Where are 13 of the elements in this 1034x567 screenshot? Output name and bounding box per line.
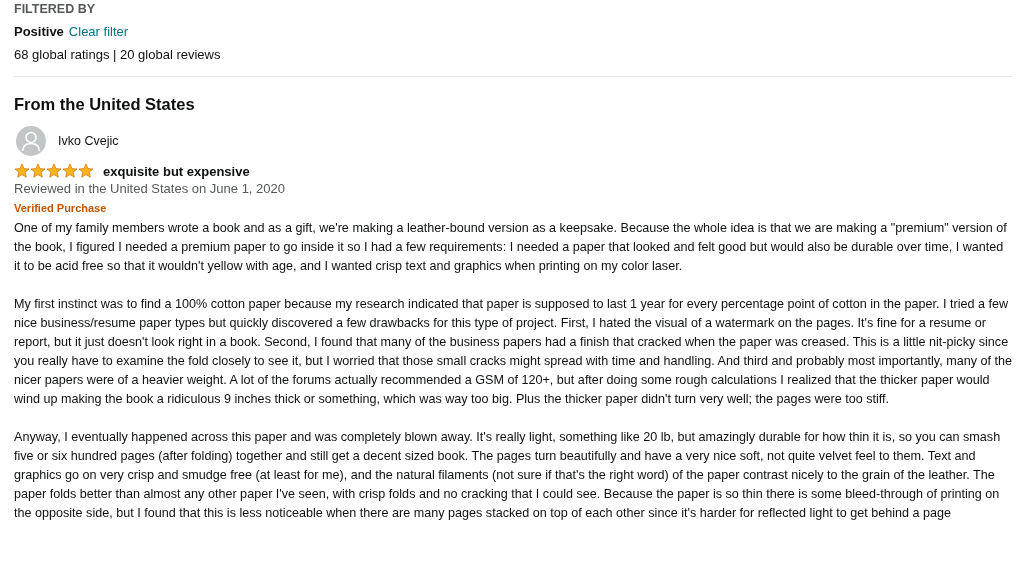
section-title: From the United States	[14, 94, 196, 115]
review-paragraph: My first instinct was to find a 100% cotton paper because my research indicated that paper is supposed to last 1 year for every percentage point of cotton in the paper. I tried a few nice business/resume paper types but quickly discovered a few drawbacks for this type of project. First, I hated the visual of a watermark on the pages. It's fine for a resume or report, but it just doesn't look right in a book. Second, I found that many of the business papers had a finish that cracked when the paper was creased. This is a little nit-picky since you really have to examine the fold closely to see it, but I worried that those small cracks might spread with time and handling. And third and probably most importantly, many of the nicer papers were of a heavier weight. A lot of the forums actually recommended a GSM of 120+, but after doing some rough calculations I realized that the thicker paper would wind up making the book a ridiculous 9 inches thick or something, which was way too big. Plus the thicker paper didn't turn very well; the pages were too stiff.	[14, 296, 1012, 408]
verified-purchase-label: Verified Purchase	[14, 201, 108, 216]
review-date: Reviewed in the United States on June 1, 2020	[14, 180, 286, 198]
ratings-count: 68 global ratings | 20 global reviews	[14, 46, 222, 64]
author-name: Ivko Cvejic	[58, 134, 119, 148]
review-paragraph: One of my family members wrote a book and as a gift, we're making a leather-bound version as a keepsake. Because the whole idea is that we are making a "premium" version of the book, I figured I needed a premium paper to go inside it so I had a few requirements: I needed a paper that looked and felt good but would also be durable over time, I wanted it to be acid free so that it wouldn't yellow with age, and I wanted crisp text and graphics when printing on my color laser.	[14, 220, 1008, 275]
filter-heading: FILTERED BY	[14, 1, 97, 17]
filter-value: Positive	[14, 23, 64, 41]
clear-filter-link[interactable]: Clear filter	[68, 23, 129, 41]
review-title[interactable]: exquisite but expensive	[103, 163, 250, 179]
avatar-icon	[16, 126, 46, 156]
review-paragraph: Anyway, I eventually happened across this paper and was completely blown away. It's really light, something like 20 lb, but amazingly durable for how thin it is, so you can smash five or six hundred pages (after folding) together and still get a decent sized book. The pages turn beautifully and have a very nice soft, not quite velvet feel to them. Text and graphics go on very crisp and smudge free (at least for me), and the natural filaments (not sure if that's the right word) of the paper contrast nicely to the grain of the leather. The paper folds better than almost any other paper I've seen, with crisp folds and no cracking that I could see. Because the paper is so thin there is some bleed-through of printing on the opposite side, but I found that this is less noticeable when there are many pages stacked on top of each other since it's harder for reflected light to get behind a page	[14, 429, 1002, 522]
